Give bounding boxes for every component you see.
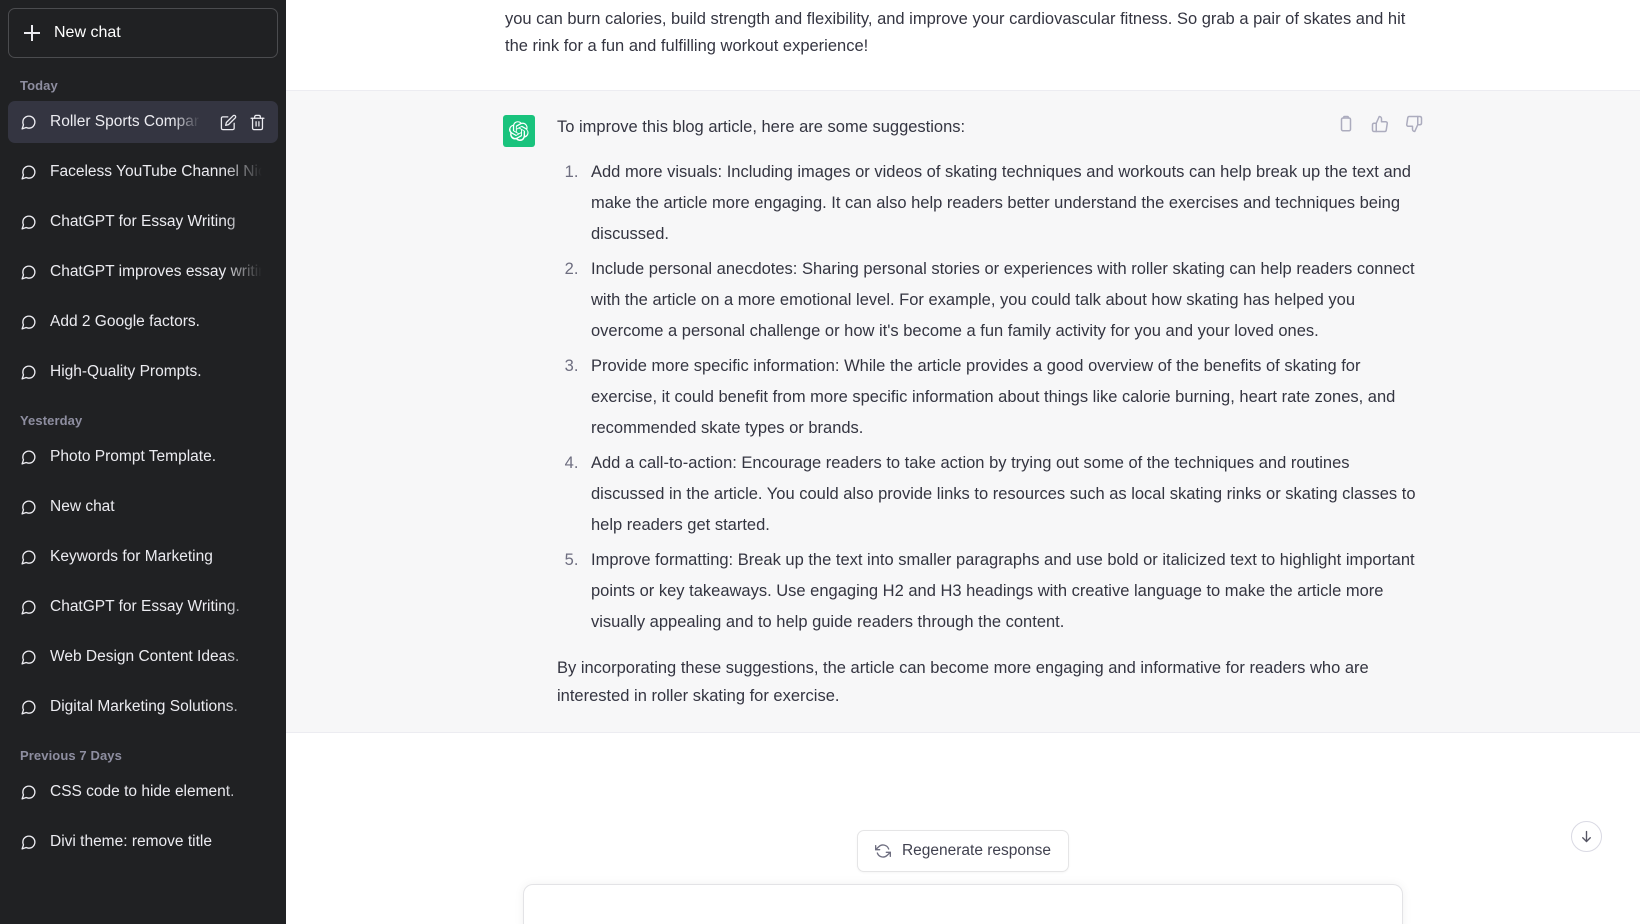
suggestion-item: Add more visuals: Including images or vi… xyxy=(583,157,1423,250)
plus-icon xyxy=(24,25,40,41)
assistant-message: To improve this blog article, here are s… xyxy=(286,90,1640,733)
chat-history-item[interactable]: Roller Sports Comparison xyxy=(8,101,278,143)
chat-history-item-label: Add 2 Google factors. xyxy=(50,313,266,331)
regenerate-response-button[interactable]: Regenerate response xyxy=(856,830,1070,872)
copy-icon[interactable] xyxy=(1337,115,1355,133)
main-content: you can burn calories, build strength an… xyxy=(286,0,1640,924)
sidebar-group-label: Yesterday xyxy=(20,413,83,428)
suggestion-item: Add a call-to-action: Encourage readers … xyxy=(583,448,1423,541)
suggestion-item: Include personal anecdotes: Sharing pers… xyxy=(583,254,1423,347)
chat-history-item[interactable]: ChatGPT for Essay Writing. xyxy=(8,586,278,628)
thumbs-up-icon[interactable] xyxy=(1371,115,1389,133)
message-input[interactable] xyxy=(523,884,1403,924)
chat-history-item[interactable]: Photo Prompt Template. xyxy=(8,436,278,478)
chat-history-item[interactable]: Digital Marketing Solutions. xyxy=(8,686,278,728)
rename-chat-icon[interactable] xyxy=(220,114,237,131)
chat-bubble-icon xyxy=(20,549,37,566)
chat-item-actions xyxy=(220,114,266,131)
thumbs-down-icon[interactable] xyxy=(1405,115,1423,133)
chat-history-item[interactable]: ChatGPT for Essay Writing xyxy=(8,201,278,243)
assistant-avatar-icon xyxy=(503,115,535,147)
chat-history-item-label: Roller Sports Comparison xyxy=(50,113,203,131)
chat-history-item[interactable]: Faceless YouTube Channel Niches xyxy=(8,151,278,193)
suggestion-item: Improve formatting: Break up the text in… xyxy=(583,545,1423,638)
sidebar-group-label: Previous 7 Days xyxy=(20,748,122,763)
chat-history-item-label: Web Design Content Ideas. xyxy=(50,648,266,666)
chat-bubble-icon xyxy=(20,264,37,281)
new-chat-label: New chat xyxy=(54,24,121,41)
message-actions xyxy=(1337,115,1423,133)
chat-bubble-icon xyxy=(20,699,37,716)
chat-history-item[interactable]: Keywords for Marketing xyxy=(8,536,278,578)
delete-chat-icon[interactable] xyxy=(249,114,266,131)
chat-history-item-label: Photo Prompt Template. xyxy=(50,448,266,466)
chat-bubble-icon xyxy=(20,834,37,851)
chat-history-item[interactable]: Add 2 Google factors. xyxy=(8,301,278,343)
chat-history-item-label: Faceless YouTube Channel Niches xyxy=(50,163,266,181)
previous-message: you can burn calories, build strength an… xyxy=(286,0,1640,90)
chat-history-item-label: Digital Marketing Solutions. xyxy=(50,698,266,716)
chat-history-item[interactable]: New chat xyxy=(8,486,278,528)
chat-history-item-label: ChatGPT improves essay writing xyxy=(50,263,266,281)
suggestion-list: Add more visuals: Including images or vi… xyxy=(557,157,1423,638)
chat-bubble-icon xyxy=(20,784,37,801)
chat-bubble-icon xyxy=(20,649,37,666)
chat-history-item-label: ChatGPT for Essay Writing xyxy=(50,213,266,231)
chat-history-item-label: Divi theme: remove title xyxy=(50,833,266,851)
scroll-to-bottom-button[interactable] xyxy=(1571,821,1602,852)
chat-bubble-icon xyxy=(20,364,37,381)
sidebar-group-label: Today xyxy=(20,78,58,93)
chat-history-item-label: New chat xyxy=(50,498,266,516)
chat-bubble-icon xyxy=(20,499,37,516)
regenerate-label: Regenerate response xyxy=(901,842,1052,859)
assistant-message-body: To improve this blog article, here are s… xyxy=(557,113,1423,710)
chat-history-item[interactable]: High-Quality Prompts. xyxy=(8,351,278,393)
chat-history-item[interactable]: ChatGPT improves essay writing xyxy=(8,251,278,293)
chat-history-item-label: CSS code to hide element. xyxy=(50,783,266,801)
assistant-closing: By incorporating these suggestions, the … xyxy=(557,659,1369,705)
chat-history-item[interactable]: CSS code to hide element. xyxy=(8,771,278,813)
chat-history-item-label: ChatGPT for Essay Writing. xyxy=(50,598,266,616)
chat-bubble-icon xyxy=(20,449,37,466)
chatgpt-app: New chat Today Roller Sports Comparison Fa… xyxy=(0,0,1640,924)
chat-bubble-icon xyxy=(20,599,37,616)
regenerate-row: Regenerate response xyxy=(286,830,1640,872)
chat-bubble-icon xyxy=(20,214,37,231)
chat-history-item-label: Keywords for Marketing xyxy=(50,548,266,566)
chat-history-item-label: High-Quality Prompts. xyxy=(50,363,266,381)
sidebar: New chat Today Roller Sports Comparison Fa… xyxy=(0,0,286,924)
chat-history-item[interactable]: Web Design Content Ideas. xyxy=(8,636,278,678)
chat-bubble-icon xyxy=(20,314,37,331)
chat-history-item[interactable]: Divi theme: remove title xyxy=(8,821,278,863)
previous-message-text: you can burn calories, build strength an… xyxy=(505,10,1406,55)
chat-bubble-icon xyxy=(20,114,37,131)
assistant-intro: To improve this blog article, here are s… xyxy=(557,118,966,136)
new-chat-button[interactable]: New chat xyxy=(8,8,278,58)
chat-bubble-icon xyxy=(20,164,37,181)
composer-area xyxy=(286,884,1640,924)
refresh-icon xyxy=(874,843,891,859)
chat-history-list[interactable]: Today Roller Sports Comparison Faceless Yo… xyxy=(8,66,278,916)
suggestion-item: Provide more specific information: While… xyxy=(583,351,1423,444)
